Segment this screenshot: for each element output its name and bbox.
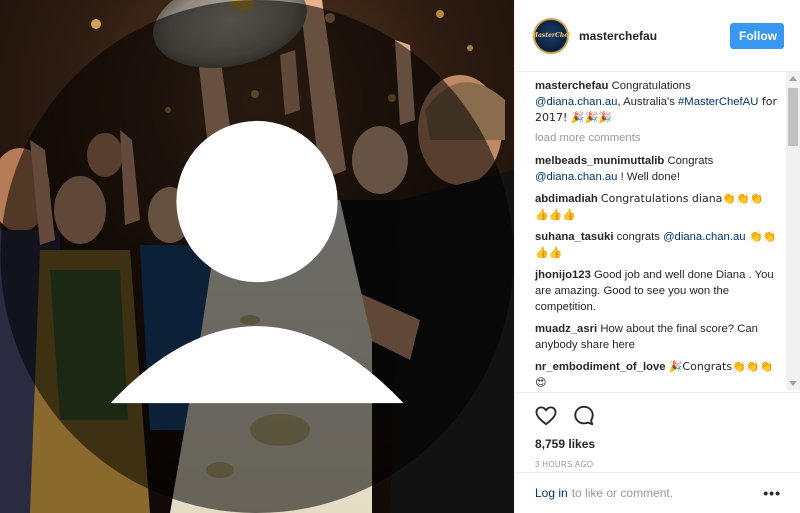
heart-icon[interactable]	[535, 406, 557, 426]
caption-mention[interactable]: @diana.chan.au	[535, 96, 617, 108]
follow-button[interactable]: Follow	[730, 22, 784, 49]
scroll-down-arrow-icon[interactable]	[789, 381, 797, 386]
comment-text-post: ! Well done!	[617, 171, 681, 183]
comment-text: congrats	[616, 231, 664, 243]
scrollbar-thumb[interactable]	[788, 88, 798, 146]
comment-username[interactable]: melbeads_munimuttalib	[535, 155, 664, 167]
comment-item: muadz_asri How about the final score? Ca…	[535, 321, 777, 353]
login-prompt-text: to like or comment.	[571, 486, 674, 500]
user-tag-icon[interactable]	[0, 0, 514, 513]
likes-count[interactable]: 8,759 likes	[535, 437, 800, 451]
comments-list[interactable]: masterchefau Congratulations @diana.chan…	[515, 72, 787, 390]
comment-item: nr_embodiment_of_love 🎉Congrats👏👏👏😍	[535, 359, 777, 390]
login-footer: Log in to like or comment. •••	[515, 472, 800, 513]
load-more-comments-link[interactable]: load more comments	[535, 132, 787, 144]
comment-item: abdimadiah Congratulations diana👏👏👏👍👍👍	[535, 191, 777, 223]
comment-text: Congrats	[667, 155, 714, 167]
header-username[interactable]: masterchefau	[579, 29, 730, 43]
login-link[interactable]: Log in	[535, 486, 568, 500]
comment-username[interactable]: jhonijo123	[535, 269, 591, 281]
post-actions: 8,759 likes 3 HOURS AGO	[515, 392, 800, 469]
avatar[interactable]: MasterChef	[531, 17, 571, 54]
post-timestamp[interactable]: 3 HOURS AGO	[535, 460, 800, 469]
post-photo[interactable]	[0, 0, 514, 513]
comment-username[interactable]: abdimadiah	[535, 193, 598, 205]
comment-mention[interactable]: @diana.chan.au	[663, 231, 745, 243]
more-options-icon[interactable]: •••	[763, 485, 781, 501]
caption: masterchefau Congratulations @diana.chan…	[535, 78, 777, 126]
caption-username[interactable]: masterchefau	[535, 80, 608, 92]
caption-text-pre: Congratulations	[611, 80, 691, 92]
comment-username[interactable]: muadz_asri	[535, 323, 597, 335]
comments-scrollbar[interactable]	[786, 72, 800, 390]
post-header: MasterChef masterchefau Follow	[515, 0, 800, 72]
action-buttons	[535, 401, 800, 431]
post-sidebar: MasterChef masterchefau Follow masterche…	[514, 0, 800, 513]
comment-item: suhana_tasuki congrats @diana.chan.au 👏👏…	[535, 229, 777, 261]
comment-username[interactable]: nr_embodiment_of_love	[535, 361, 666, 373]
instagram-post: MasterChef masterchefau Follow masterche…	[0, 0, 800, 513]
caption-hashtag[interactable]: #MasterChefAU	[678, 96, 758, 108]
comment-item: jhonijo123 Good job and well done Diana …	[535, 267, 777, 315]
comment-item: melbeads_munimuttalib Congrats @diana.ch…	[535, 153, 777, 185]
comment-bubble-icon[interactable]	[573, 405, 595, 427]
comment-username[interactable]: suhana_tasuki	[535, 231, 613, 243]
comment-mention[interactable]: @diana.chan.au	[535, 171, 617, 183]
scroll-up-arrow-icon[interactable]	[789, 76, 797, 81]
avatar-logo-text: MasterChef	[531, 32, 571, 39]
caption-text-mid: , Australia's	[617, 96, 679, 108]
